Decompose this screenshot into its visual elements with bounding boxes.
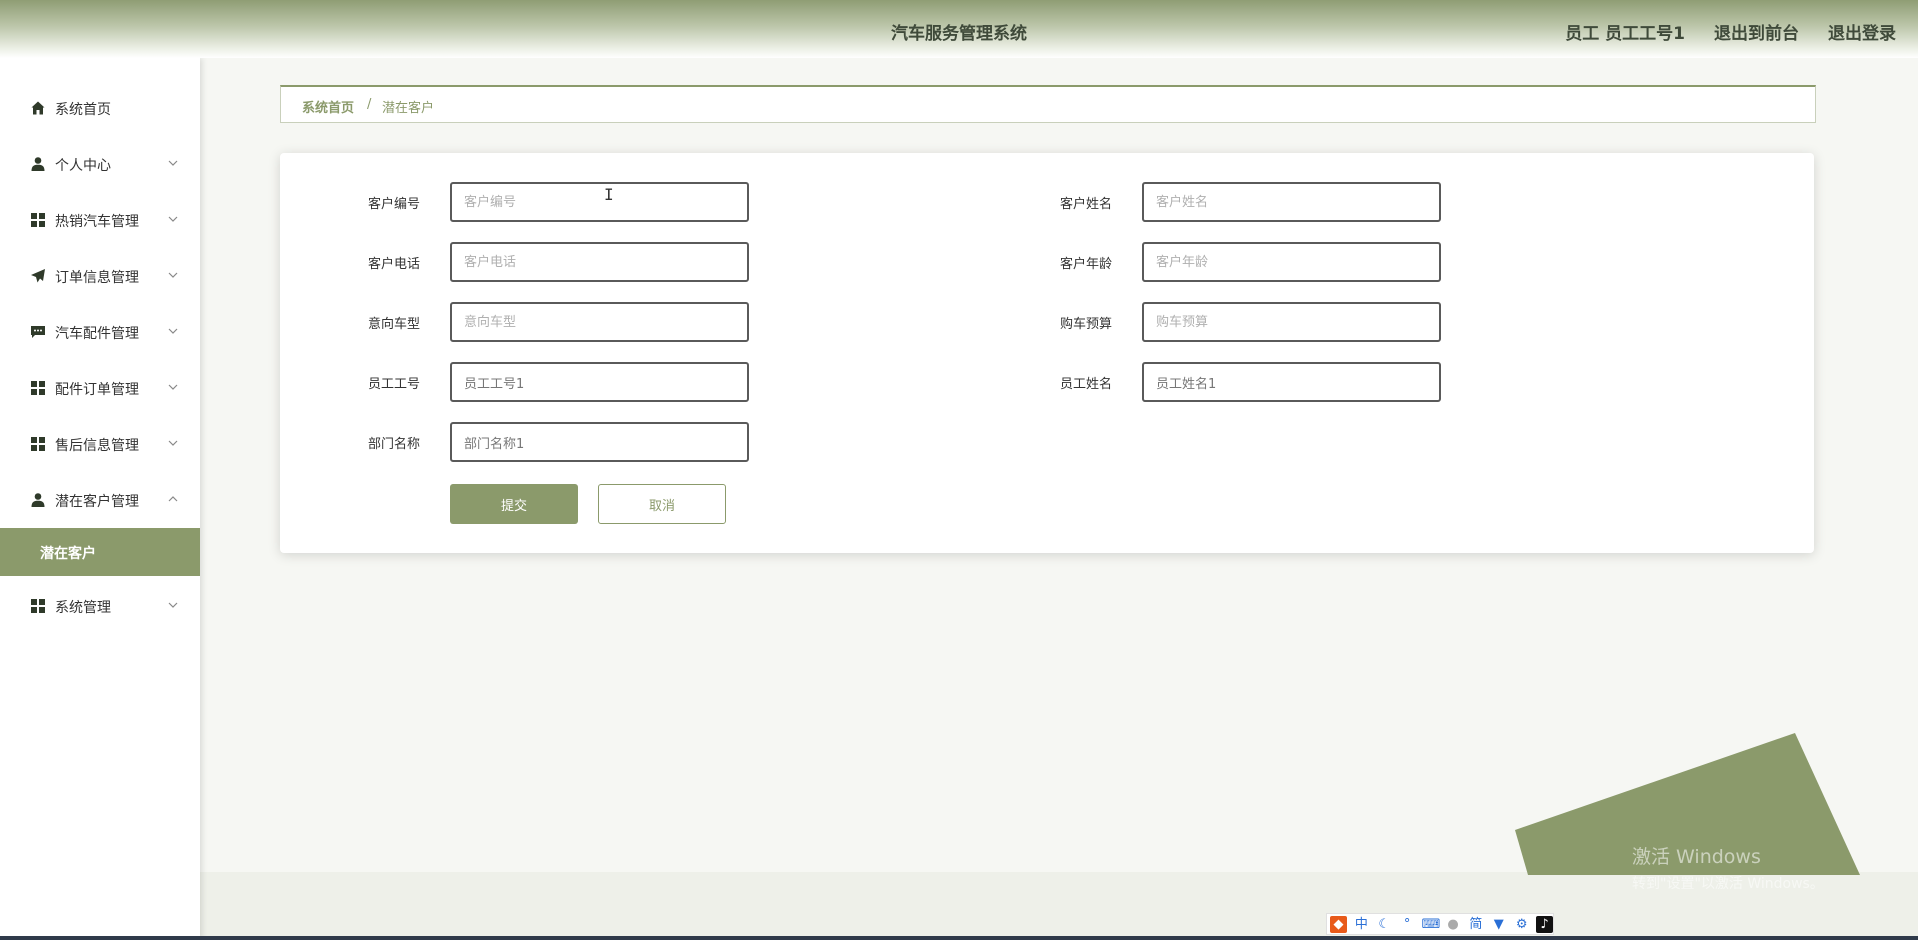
department-input[interactable] [450,422,749,462]
user-info: 员工 员工工号1 [1565,24,1685,44]
watermark-line2: 转到"设置"以激活 Windows。 [1632,876,1824,892]
sidebar-item-system[interactable]: 系统管理 [0,586,200,626]
gear-icon[interactable]: ⚙ [1513,916,1530,933]
chevron-up-icon [168,496,178,502]
keyboard-icon[interactable]: ⌨ [1422,916,1441,933]
customer-phone-label: 客户电话 [367,257,420,272]
submit-button[interactable]: 提交 [450,484,578,524]
bottom-edge [0,936,1918,940]
breadcrumb-separator: / [367,97,372,112]
ime-simplified-mode[interactable]: 简 [1467,916,1484,933]
customer-age-label: 客户年龄 [1059,257,1112,272]
ime-toolbar: ◆ 中 ☾ ° ⌨ ● 简 ▼ ⚙ ♪ [1326,913,1554,935]
intended-model-label: 意向车型 [367,317,420,332]
breadcrumb-home[interactable]: 系统首页 [302,97,354,116]
grid-icon [31,213,45,227]
sidebar-item-orders[interactable]: 订单信息管理 [0,256,200,296]
sidebar-subitem-label: 潜在客户 [40,546,96,562]
employee-id-label: 员工工号 [367,377,420,392]
customer-name-label: 客户姓名 [1059,197,1112,212]
chevron-down-icon [168,440,178,446]
budget-label: 购车预算 [1059,317,1112,332]
employee-id-input[interactable] [450,362,749,402]
budget-input[interactable] [1142,302,1441,342]
grid-icon [31,381,45,395]
sidebar-item-label: 个人中心 [55,158,111,174]
breadcrumb: 系统首页 / 潜在客户 [280,85,1816,123]
user-icon[interactable]: ● [1445,916,1462,933]
customer-phone-input[interactable] [450,242,749,282]
ime-chinese-mode[interactable]: 中 [1353,916,1370,933]
user-icon [31,493,45,507]
sidebar-item-hot-cars[interactable]: 热销汽车管理 [0,200,200,240]
customer-form: 客户编号 客户姓名 客户电话 客户年龄 意向车型 购车预算 员工工号 员工姓名 … [280,153,1814,553]
home-icon [31,101,45,115]
department-label: 部门名称 [367,437,420,452]
punctuation-icon[interactable]: ° [1399,916,1416,933]
text-cursor-icon: I [604,185,614,204]
sidebar-item-label: 售后信息管理 [55,438,139,454]
sidebar-item-part-orders[interactable]: 配件订单管理 [0,368,200,408]
sidebar-item-label: 潜在客户管理 [55,494,139,510]
sidebar-item-label: 热销汽车管理 [55,214,139,230]
employee-name-input[interactable] [1142,362,1441,402]
sidebar-item-label: 配件订单管理 [55,382,139,398]
intended-model-input[interactable] [450,302,749,342]
moon-icon[interactable]: ☾ [1376,916,1393,933]
customer-id-label: 客户编号 [367,197,420,212]
skin-icon[interactable]: ▼ [1490,916,1507,933]
sidebar-item-home[interactable]: 系统首页 [0,88,200,128]
employee-name-label: 员工姓名 [1059,377,1112,392]
top-header: 汽车服务管理系统 员工 员工工号1 退出到前台 退出登录 [0,0,1918,58]
sidebar-item-label: 订单信息管理 [55,270,139,286]
chevron-down-icon [168,602,178,608]
sidebar-item-potential-customers[interactable]: 潜在客户管理 [0,480,200,520]
customer-id-input[interactable] [450,182,749,222]
back-to-front-link[interactable]: 退出到前台 [1714,19,1799,44]
send-icon [31,269,45,283]
grid-icon [31,437,45,451]
cancel-button[interactable]: 取消 [598,484,726,524]
watermark-line1: 激活 Windows [1632,846,1761,868]
customer-name-input[interactable] [1142,182,1441,222]
chevron-down-icon [168,384,178,390]
grid-icon [31,599,45,613]
ime-logo-icon[interactable]: ◆ [1330,915,1347,933]
chevron-down-icon [168,328,178,334]
message-icon [31,326,45,338]
sidebar-item-parts[interactable]: 汽车配件管理 [0,312,200,352]
tiktok-icon[interactable]: ♪ [1536,915,1554,933]
sidebar-item-label: 汽车配件管理 [55,326,139,342]
sidebar-item-after-sales[interactable]: 售后信息管理 [0,424,200,464]
sidebar: 系统首页 个人中心 热销汽车管理 订单信息管理 汽车配件管理 配件订单管理 售后… [0,58,200,940]
windows-activation-watermark: 激活 Windows 转到"设置"以激活 Windows。 [1632,842,1824,893]
chevron-down-icon [168,216,178,222]
chevron-down-icon [168,160,178,166]
sidebar-item-personal[interactable]: 个人中心 [0,144,200,184]
sidebar-item-label: 系统管理 [55,600,111,616]
customer-age-input[interactable] [1142,242,1441,282]
chevron-down-icon [168,272,178,278]
sidebar-item-label: 系统首页 [55,102,111,118]
logout-link[interactable]: 退出登录 [1828,19,1896,44]
breadcrumb-current: 潜在客户 [382,101,435,116]
user-icon [31,157,45,171]
sidebar-subitem-potential-customer[interactable]: 潜在客户 [0,528,200,576]
header-actions: 员工 员工工号1 退出到前台 退出登录 [1565,19,1896,44]
